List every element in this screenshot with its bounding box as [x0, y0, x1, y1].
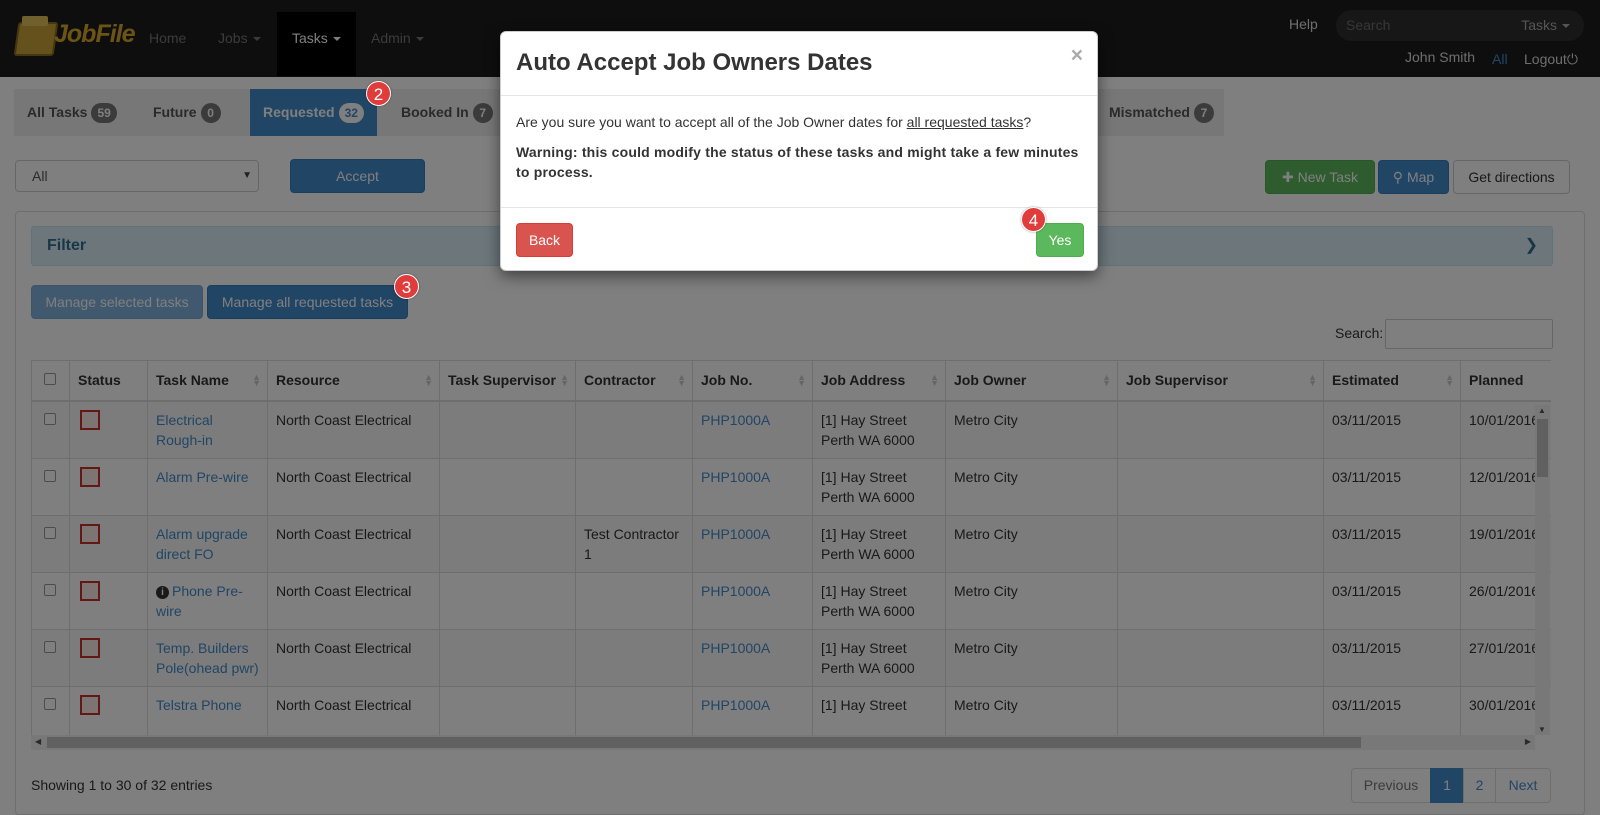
- step-callout-3: 3: [394, 274, 419, 299]
- close-icon[interactable]: ×: [1071, 44, 1083, 68]
- warning-text: Warning: this could modify the status of…: [516, 144, 1079, 180]
- step-callout-4: 4: [1021, 207, 1046, 232]
- dialog-footer: Back Yes: [501, 207, 1097, 270]
- dialog-header: Auto Accept Job Owners Dates ×: [501, 32, 1097, 96]
- auto-accept-dialog: Auto Accept Job Owners Dates × Are you s…: [500, 31, 1098, 271]
- yes-button[interactable]: Yes: [1036, 223, 1084, 257]
- back-button[interactable]: Back: [516, 223, 573, 257]
- confirmation-question: Are you sure you want to accept all of t…: [516, 114, 1032, 130]
- all-requested-tasks-link[interactable]: all requested tasks: [907, 114, 1024, 130]
- dialog-body: Are you sure you want to accept all of t…: [516, 112, 1081, 182]
- step-callout-2: 2: [366, 81, 391, 106]
- dialog-title: Auto Accept Job Owners Dates: [516, 49, 873, 76]
